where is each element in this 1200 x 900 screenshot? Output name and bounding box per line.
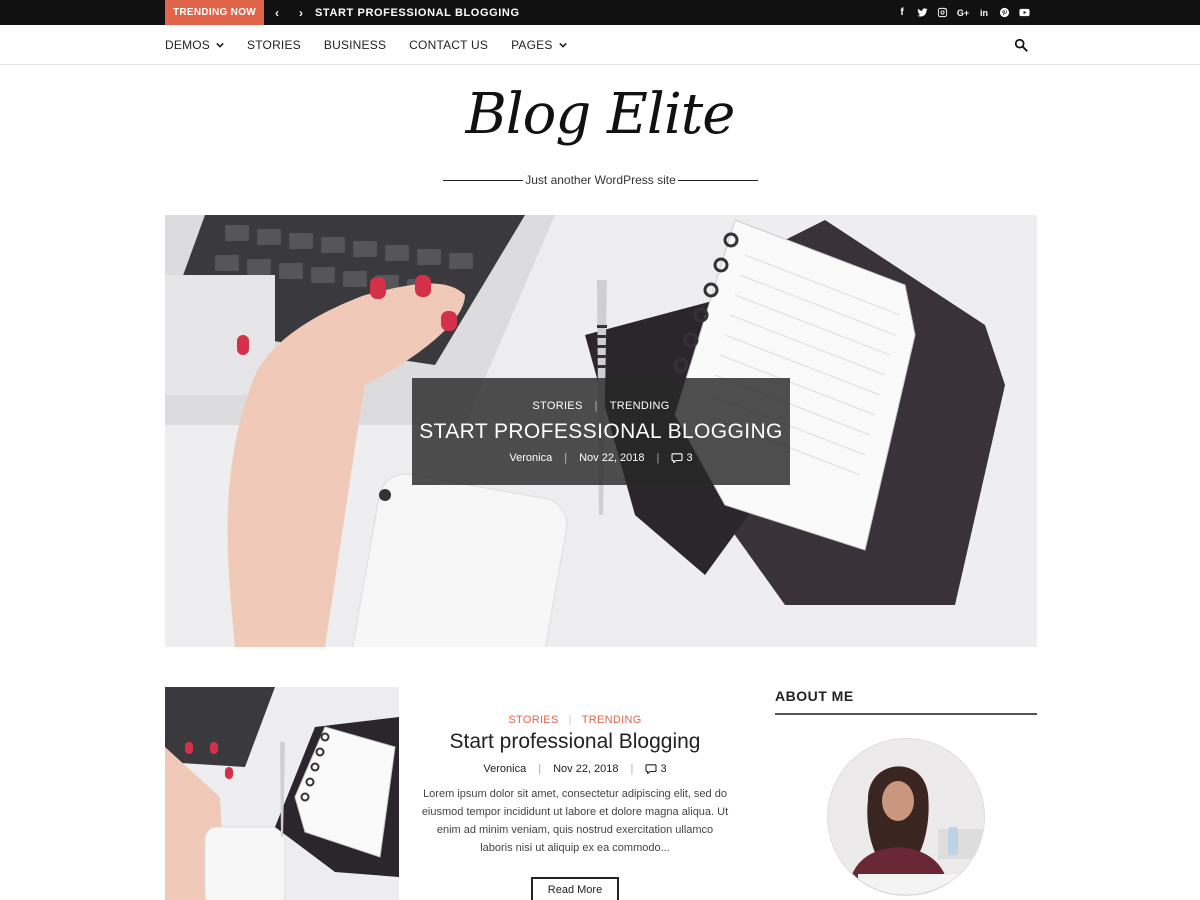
featured-slider[interactable]: STORIES | TRENDING START PROFESSIONAL BL… xyxy=(165,215,1037,647)
category-link[interactable]: STORIES xyxy=(508,714,558,726)
instagram-icon[interactable] xyxy=(936,7,948,19)
featured-post-categories: STORIES | TRENDING xyxy=(412,400,790,412)
comment-icon xyxy=(645,764,657,775)
post-date[interactable]: Nov 22, 2018 xyxy=(553,763,618,775)
nav-item-stories[interactable]: STORIES xyxy=(247,38,301,52)
chevron-down-icon xyxy=(558,42,567,48)
comment-count: 3 xyxy=(686,452,693,464)
social-links: f G+ in xyxy=(896,0,1030,25)
pinterest-icon[interactable] xyxy=(998,7,1010,19)
category-link[interactable]: TRENDING xyxy=(610,400,670,412)
nav-item-business[interactable]: BUSINESS xyxy=(324,38,386,52)
site-title[interactable]: Blog Elite xyxy=(0,82,1200,147)
featured-post-overlay: STORIES | TRENDING START PROFESSIONAL BL… xyxy=(412,378,790,485)
post-comments[interactable]: 3 xyxy=(671,452,693,464)
divider xyxy=(677,179,758,181)
category-link[interactable]: TRENDING xyxy=(582,714,642,726)
nav-item-label: DEMOS xyxy=(165,38,211,52)
separator: | xyxy=(564,452,568,464)
nav-item-contact-us[interactable]: CONTACT US xyxy=(409,38,488,52)
category-link[interactable]: STORIES xyxy=(532,400,582,412)
facebook-icon[interactable]: f xyxy=(896,7,908,19)
site-tagline-row: Just another WordPress site xyxy=(443,172,758,188)
linkedin-icon[interactable]: in xyxy=(978,7,990,19)
comment-count: 3 xyxy=(660,763,667,775)
ticker-headline-link[interactable]: START PROFESSIONAL BLOGGING xyxy=(315,0,520,25)
divider xyxy=(443,179,523,181)
avatar-image xyxy=(828,739,984,895)
separator: | xyxy=(656,452,660,464)
google-plus-icon[interactable]: G+ xyxy=(956,7,970,19)
read-more-button[interactable]: Read More xyxy=(530,877,620,900)
twitter-icon[interactable] xyxy=(916,7,928,19)
trending-now-label: TRENDING NOW xyxy=(165,0,264,25)
search-icon[interactable] xyxy=(1014,38,1028,52)
main-navigation: DEMOS STORIES BUSINESS CONTACT US PAGES xyxy=(0,25,1200,65)
nav-item-label: BUSINESS xyxy=(323,38,387,52)
nav-menu: DEMOS STORIES BUSINESS CONTACT US PAGES xyxy=(165,25,590,65)
post-categories: STORIES | TRENDING xyxy=(420,714,730,726)
chevron-left-icon[interactable]: ‹ xyxy=(270,0,284,25)
separator: | xyxy=(630,763,634,775)
top-bar: TRENDING NOW ‹ › START PROFESSIONAL BLOG… xyxy=(0,0,1200,25)
post-excerpt: Lorem ipsum dolor sit amet, consectetur … xyxy=(421,788,729,854)
nav-item-label: STORIES xyxy=(247,38,301,52)
featured-post-meta: Veronica | Nov 22, 2018 | 3 xyxy=(412,452,790,464)
post-author[interactable]: Veronica xyxy=(509,452,552,464)
nav-item-label: PAGES xyxy=(511,38,553,52)
separator: | xyxy=(538,763,542,775)
nav-item-demos[interactable]: DEMOS xyxy=(165,38,224,52)
comment-icon xyxy=(671,453,683,464)
youtube-icon[interactable] xyxy=(1018,7,1030,19)
post-author[interactable]: Veronica xyxy=(483,763,526,775)
separator: | xyxy=(568,714,572,726)
about-me-heading: ABOUT ME xyxy=(775,688,854,704)
post-comments[interactable]: 3 xyxy=(645,763,667,775)
post-thumbnail[interactable] xyxy=(165,687,399,900)
post-meta: Veronica | Nov 22, 2018 | 3 xyxy=(420,763,730,775)
post-summary: STORIES | TRENDING Start professional Bl… xyxy=(420,687,730,900)
post-date[interactable]: Nov 22, 2018 xyxy=(579,452,644,464)
featured-post-title[interactable]: START PROFESSIONAL BLOGGING xyxy=(412,420,790,444)
site-tagline: Just another WordPress site xyxy=(525,173,676,187)
post-title[interactable]: Start professional Blogging xyxy=(420,730,730,754)
nav-item-pages[interactable]: PAGES xyxy=(511,38,567,52)
separator: | xyxy=(594,400,598,412)
avatar xyxy=(827,738,985,896)
chevron-down-icon xyxy=(216,42,224,48)
post-thumbnail-image xyxy=(165,687,399,900)
nav-item-label: CONTACT US xyxy=(409,38,489,52)
chevron-right-icon[interactable]: › xyxy=(294,0,308,25)
divider xyxy=(775,713,1037,715)
